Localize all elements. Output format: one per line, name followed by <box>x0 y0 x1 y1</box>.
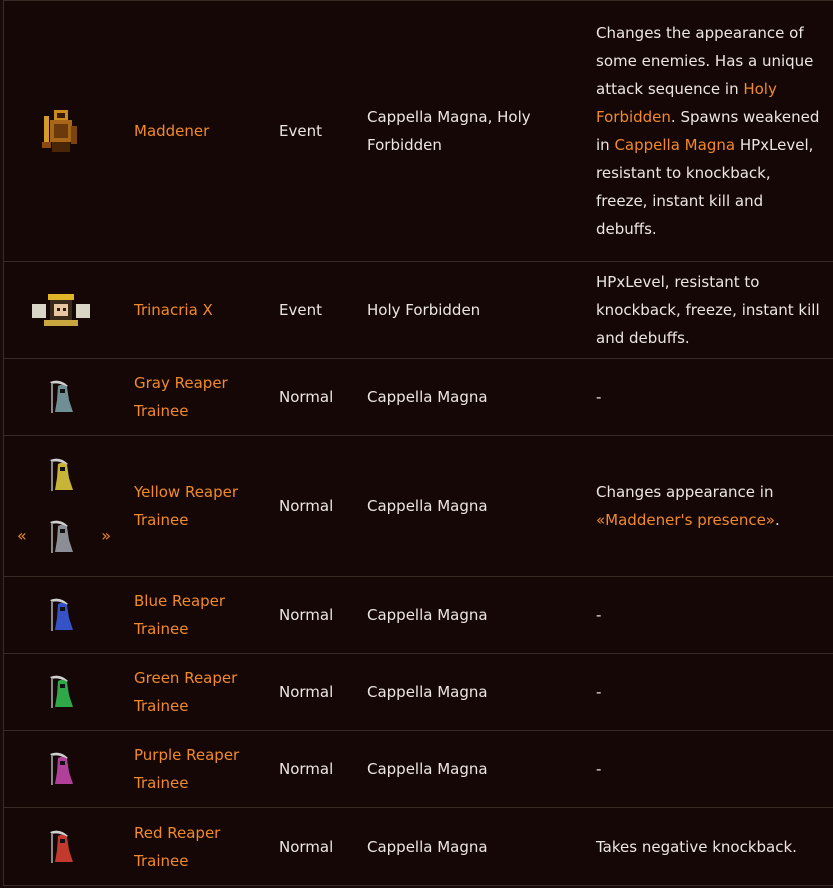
table-row: Maddener Event Cappella Magna, Holy Forb… <box>4 0 833 262</box>
enemy-image-cell <box>4 262 117 358</box>
enemy-stage-cell: Cappella Magna <box>353 577 580 653</box>
table-row: Gray Reaper Trainee Normal Cappella Magn… <box>4 359 833 436</box>
enemy-type: Normal <box>279 388 334 406</box>
enemy-type-cell: Event <box>258 262 353 358</box>
enemy-notes: Takes negative knockback. <box>596 837 797 856</box>
enemy-stage-cell: Cappella Magna <box>353 359 580 435</box>
enemy-image-cell <box>4 654 117 730</box>
table-row: Blue Reaper Trainee Normal Cappella Magn… <box>4 577 833 654</box>
enemy-stage: Cappella Magna <box>367 497 488 515</box>
enemy-type: Event <box>279 301 322 319</box>
enemy-name-cell: Gray Reaper Trainee <box>117 359 258 435</box>
maddener-sprite-icon <box>41 110 77 152</box>
red-reaper-sprite-icon <box>49 830 73 863</box>
enemy-image-cell <box>4 577 117 653</box>
table-row: Red Reaper Trainee Normal Cappella Magna… <box>4 808 833 886</box>
enemy-notes: HPxLevel, resistant to knockback, freeze… <box>596 273 820 347</box>
enemy-name-link[interactable]: Yellow Reaper Trainee <box>134 478 258 534</box>
enemy-name-link[interactable]: Maddener <box>134 117 209 145</box>
enemy-type-cell: Normal <box>258 577 353 653</box>
enemy-table: Maddener Event Cappella Magna, Holy Forb… <box>3 0 833 886</box>
enemy-stage: Cappella Magna <box>367 606 488 624</box>
enemy-type: Normal <box>279 606 334 624</box>
table-row: Trinacria X Event Holy Forbidden HPxLeve… <box>4 262 833 359</box>
enemy-notes: - <box>596 388 602 406</box>
enemy-name-link[interactable]: Purple Reaper Trainee <box>134 741 258 797</box>
carousel-next-button[interactable]: » <box>101 528 111 544</box>
enemy-stage: Cappella Magna <box>367 760 488 778</box>
enemy-image-cell <box>4 1 117 261</box>
enemy-stage-cell: Cappella Magna, Holy Forbidden <box>353 1 580 261</box>
enemy-stage: Holy Forbidden <box>367 301 481 319</box>
notes-text: . <box>774 511 780 529</box>
enemy-name-cell: Maddener <box>117 1 258 261</box>
enemy-type-cell: Event <box>258 1 353 261</box>
enemy-name-cell: Red Reaper Trainee <box>117 808 258 885</box>
enemy-type: Normal <box>279 497 334 515</box>
enemy-name-link[interactable]: Red Reaper Trainee <box>134 819 258 875</box>
enemy-type: Normal <box>279 837 334 856</box>
enemy-notes-cell: HPxLevel, resistant to knockback, freeze… <box>580 262 833 358</box>
enemy-type: Normal <box>279 683 334 701</box>
enemy-notes-cell: - <box>580 359 833 435</box>
enemy-notes: - <box>596 760 602 778</box>
enemy-name-cell: Green Reaper Trainee <box>117 654 258 730</box>
enemy-notes: Changes the appearance of some enemies. … <box>596 19 826 243</box>
enemy-name-link[interactable]: Blue Reaper Trainee <box>134 587 258 643</box>
enemy-image-cell <box>4 808 117 885</box>
yellow-reaper-sprite-icon <box>49 458 73 491</box>
enemy-notes-cell: Changes appearance in «Maddener's presen… <box>580 436 833 576</box>
maddener-presence-link[interactable]: «Maddener's presence» <box>596 511 775 529</box>
enemy-stage-cell: Holy Forbidden <box>353 262 580 358</box>
enemy-notes-cell: Changes the appearance of some enemies. … <box>580 1 833 261</box>
enemy-type-cell: Normal <box>258 654 353 730</box>
enemy-notes-cell: - <box>580 654 833 730</box>
enemy-stage-cell: Cappella Magna <box>353 731 580 807</box>
enemy-stage: Cappella Magna <box>367 837 488 856</box>
enemy-stage-cell: Cappella Magna <box>353 654 580 730</box>
gray-reaper-sprite-icon <box>49 380 73 413</box>
table-row: « » Yellow Reaper Trainee Normal Cappell… <box>4 436 833 577</box>
enemy-name-cell: Purple Reaper Trainee <box>117 731 258 807</box>
enemy-name-cell: Blue Reaper Trainee <box>117 577 258 653</box>
green-reaper-sprite-icon <box>49 675 73 708</box>
blue-reaper-sprite-icon <box>49 598 73 631</box>
table-row: Purple Reaper Trainee Normal Cappella Ma… <box>4 731 833 808</box>
sprite-carousel <box>46 458 76 554</box>
enemy-notes: Changes appearance in «Maddener's presen… <box>596 478 826 534</box>
enemy-type-cell: Normal <box>258 436 353 576</box>
purple-reaper-sprite-icon <box>49 752 73 785</box>
enemy-notes-cell: - <box>580 577 833 653</box>
enemy-notes: - <box>596 606 602 624</box>
enemy-type: Event <box>279 122 322 140</box>
enemy-stage-cell: Cappella Magna <box>353 808 580 885</box>
enemy-notes-cell: Takes negative knockback. <box>580 808 833 885</box>
notes-text: Changes appearance in <box>596 483 774 501</box>
enemy-stage: Cappella Magna <box>367 683 488 701</box>
trinacria-sprite-icon <box>31 294 90 326</box>
alternate-reaper-sprite-icon <box>49 520 73 553</box>
cappella-magna-link[interactable]: Cappella Magna <box>614 136 735 154</box>
enemy-type-cell: Normal <box>258 808 353 885</box>
enemy-image-cell: « » <box>4 436 117 576</box>
table-row: Green Reaper Trainee Normal Cappella Mag… <box>4 654 833 731</box>
enemy-name-link[interactable]: Green Reaper Trainee <box>134 664 258 720</box>
enemy-name-cell: Trinacria X <box>117 262 258 358</box>
notes-text: Changes the appearance of some enemies. … <box>596 24 814 98</box>
carousel-prev-button[interactable]: « <box>17 528 27 544</box>
enemy-stage: Cappella Magna <box>367 388 488 406</box>
enemy-stage: Cappella Magna, Holy Forbidden <box>367 108 531 154</box>
enemy-notes: - <box>596 683 602 701</box>
enemy-type-cell: Normal <box>258 731 353 807</box>
enemy-image-cell <box>4 359 117 435</box>
enemy-type-cell: Normal <box>258 359 353 435</box>
enemy-name-link[interactable]: Gray Reaper Trainee <box>134 369 258 425</box>
enemy-stage-cell: Cappella Magna <box>353 436 580 576</box>
enemy-image-cell <box>4 731 117 807</box>
enemy-type: Normal <box>279 760 334 778</box>
enemy-name-cell: Yellow Reaper Trainee <box>117 436 258 576</box>
enemy-notes-cell: - <box>580 731 833 807</box>
enemy-name-link[interactable]: Trinacria X <box>134 296 213 324</box>
